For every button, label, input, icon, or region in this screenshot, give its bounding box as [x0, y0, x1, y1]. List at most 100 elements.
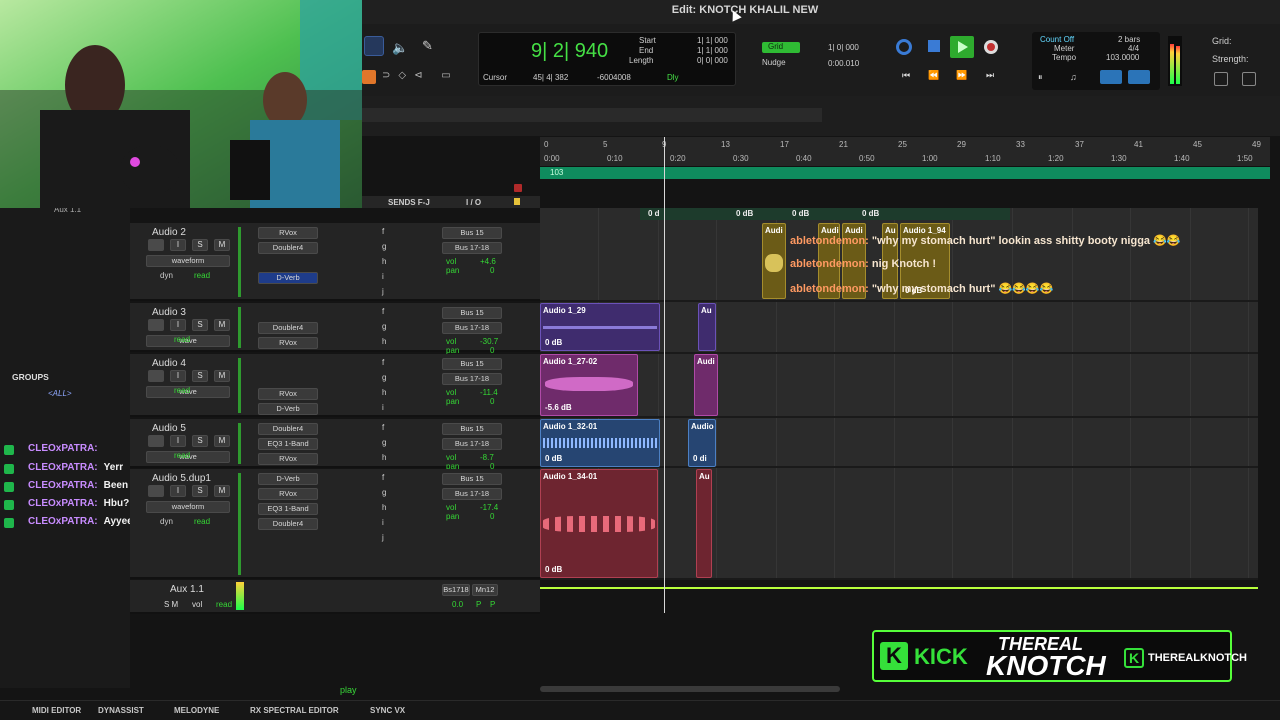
audio2-clip-1[interactable]: Audi [762, 223, 786, 299]
stop-button[interactable] [928, 40, 940, 52]
send-slot[interactable]: h [382, 503, 386, 512]
tempo-value[interactable]: 103.0000 [1106, 53, 1139, 62]
main-counter[interactable]: 9| 2| 940 Start End Length 1| 1| 000 1| … [478, 32, 736, 86]
tab-melodyne[interactable]: MELODYNE [174, 706, 219, 715]
tempo-lane[interactable]: 103 [540, 167, 1270, 179]
output-bus-1[interactable]: Bus 15 [442, 227, 502, 239]
pan-value[interactable]: 0 [490, 397, 494, 406]
rewind-icon[interactable]: ⏪ [928, 70, 939, 81]
track-name[interactable]: Audio 4 [152, 358, 186, 369]
output-bus-1[interactable]: Bus 15 [442, 423, 502, 435]
track-audio-5[interactable]: Audio 5 I S Mwave read Doubler4 EQ3 1-Band RVox… [130, 419, 540, 471]
output-bus-2[interactable]: Mn12 [472, 584, 498, 596]
output-bus-1[interactable]: Bus 15 [442, 358, 502, 370]
meter-value[interactable]: 4/4 [1128, 44, 1139, 53]
tab-midi-editor[interactable]: MIDI EDITOR [32, 706, 81, 715]
send-slot[interactable]: h [382, 388, 386, 397]
record-enable-button[interactable] [148, 239, 164, 251]
send-slot[interactable]: f [382, 473, 384, 482]
track-audio-4[interactable]: Audio 4 I S Mwave read RVox D-Verb f g h i Bus 15 Bu… [130, 354, 540, 417]
zoom-button[interactable] [1214, 72, 1228, 86]
insert-slot[interactable]: RVox [258, 337, 318, 349]
tempo-marker[interactable]: 103 [550, 168, 563, 177]
pencil-tool-icon[interactable]: ✎ [422, 38, 433, 54]
download-button[interactable] [1128, 70, 1150, 84]
input-monitor-button[interactable]: I [170, 239, 186, 251]
grid-button[interactable]: Grid [762, 42, 800, 53]
automation-mode[interactable]: read [174, 386, 190, 395]
vol-value[interactable]: -8.7 [480, 453, 494, 462]
track-audio-5-dup1[interactable]: Audio 5.dup1 I S Mwaveform dyn read D-Verb RVox… [130, 469, 540, 579]
audio5dup-clip-small[interactable]: Au [696, 469, 712, 578]
send-slot[interactable]: i [382, 403, 384, 412]
metronome-icon[interactable]: ♫ [1070, 72, 1077, 82]
automation-mode[interactable]: read [216, 600, 232, 609]
mode-button[interactable] [362, 70, 376, 84]
automation-mode[interactable]: read [194, 271, 210, 280]
send-slot[interactable]: j [382, 287, 384, 296]
tab-sync-vx[interactable]: SYNC VX [370, 706, 405, 715]
mute-button[interactable]: M [214, 485, 230, 497]
insert-slot[interactable]: EQ3 1-Band [258, 438, 318, 450]
edit-tools-icons[interactable]: ⊃◇⊲ ▭ [382, 70, 459, 81]
end-value[interactable]: 1| 1| 000 [697, 46, 728, 55]
pan-left[interactable]: P [476, 600, 481, 609]
track-name[interactable]: Aux 1.1 [170, 584, 204, 595]
automation-mode[interactable]: read [174, 335, 190, 344]
mute-button[interactable]: M [214, 370, 230, 382]
fast-forward-icon[interactable]: ⏩ [956, 70, 967, 81]
vol-value[interactable]: +4.6 [480, 257, 496, 266]
track-name[interactable]: Audio 5.dup1 [152, 473, 211, 484]
output-bus-2[interactable]: Bus 17-18 [442, 488, 502, 500]
mute-button[interactable]: M [214, 239, 230, 251]
record-enable-button[interactable] [148, 370, 164, 382]
io-yellow-marker[interactable] [514, 198, 520, 205]
record-enable-button[interactable] [148, 319, 164, 331]
input-monitor-button[interactable]: I [170, 485, 186, 497]
track-audio-3[interactable]: Audio 3 I S Mwave read Doubler4 RVox f g h Bus 15 B… [130, 303, 540, 355]
audio4-clip-main[interactable]: Audio 1_27-02 -5.6 dB [540, 354, 638, 416]
insert-slot[interactable]: Doubler4 [258, 518, 318, 530]
pause-icon[interactable]: ⏸ [1038, 72, 1043, 83]
track-aux-1-1[interactable]: Aux 1.1 S M vol read Bs1718 Mn12 0.0 P P [130, 580, 540, 614]
horizontal-scrollbar[interactable] [540, 686, 840, 692]
input-monitor-button[interactable]: I [170, 319, 186, 331]
send-slot[interactable]: f [382, 307, 384, 316]
insert-slot[interactable]: RVox [258, 453, 318, 465]
track-view-selector[interactable]: waveform [146, 255, 230, 267]
insert-slot[interactable]: D-Verb [258, 403, 318, 415]
track-name[interactable]: Audio 3 [152, 307, 186, 318]
link-button[interactable] [1100, 70, 1122, 84]
insert-slot[interactable]: RVox [258, 388, 318, 400]
zoom-tool-icon[interactable] [364, 36, 384, 56]
output-bus-1[interactable]: Bus 15 [442, 473, 502, 485]
send-slot[interactable]: g [382, 438, 386, 447]
grid-value[interactable]: 1| 0| 000 [828, 43, 859, 52]
send-slot[interactable]: g [382, 373, 386, 382]
send-slot[interactable]: h [382, 337, 386, 346]
insert-slot[interactable]: EQ3 1-Band [258, 503, 318, 515]
tab-rx-spectral-editor[interactable]: RX SPECTRAL EDITOR [250, 706, 339, 715]
audio3-clip-main[interactable]: Audio 1_29 0 dB [540, 303, 660, 351]
insert-slot[interactable]: RVox [258, 488, 318, 500]
solo-mute-buttons[interactable]: S M [164, 600, 178, 609]
insert-slot[interactable]: Doubler4 [258, 242, 318, 254]
send-slot[interactable]: h [382, 453, 386, 462]
red-marker[interactable] [514, 184, 522, 192]
dly-label[interactable]: Dly [667, 73, 679, 82]
track-name[interactable]: Audio 5 [152, 423, 186, 434]
solo-button[interactable]: S [192, 239, 208, 251]
send-slot[interactable]: g [382, 488, 386, 497]
send-slot[interactable]: i [382, 518, 384, 527]
audio4-clip-small[interactable]: Audi [694, 354, 718, 416]
scroll-strip[interactable] [362, 108, 822, 122]
tab-dynassist[interactable]: DYNASSIST [98, 706, 144, 715]
output-bus-2[interactable]: Bus 17-18 [442, 438, 502, 450]
audio5dup-clip-main[interactable]: Audio 1_34-01 0 dB [540, 469, 658, 578]
count-off-label[interactable]: Count Off [1040, 35, 1074, 44]
audio5-clip-main[interactable]: Audio 1_32-01 0 dB [540, 419, 660, 467]
record-enable-button[interactable] [148, 435, 164, 447]
input-monitor-button[interactable]: I [170, 435, 186, 447]
groups-all[interactable]: <ALL> [48, 389, 72, 398]
send-slot[interactable]: g [382, 242, 386, 251]
